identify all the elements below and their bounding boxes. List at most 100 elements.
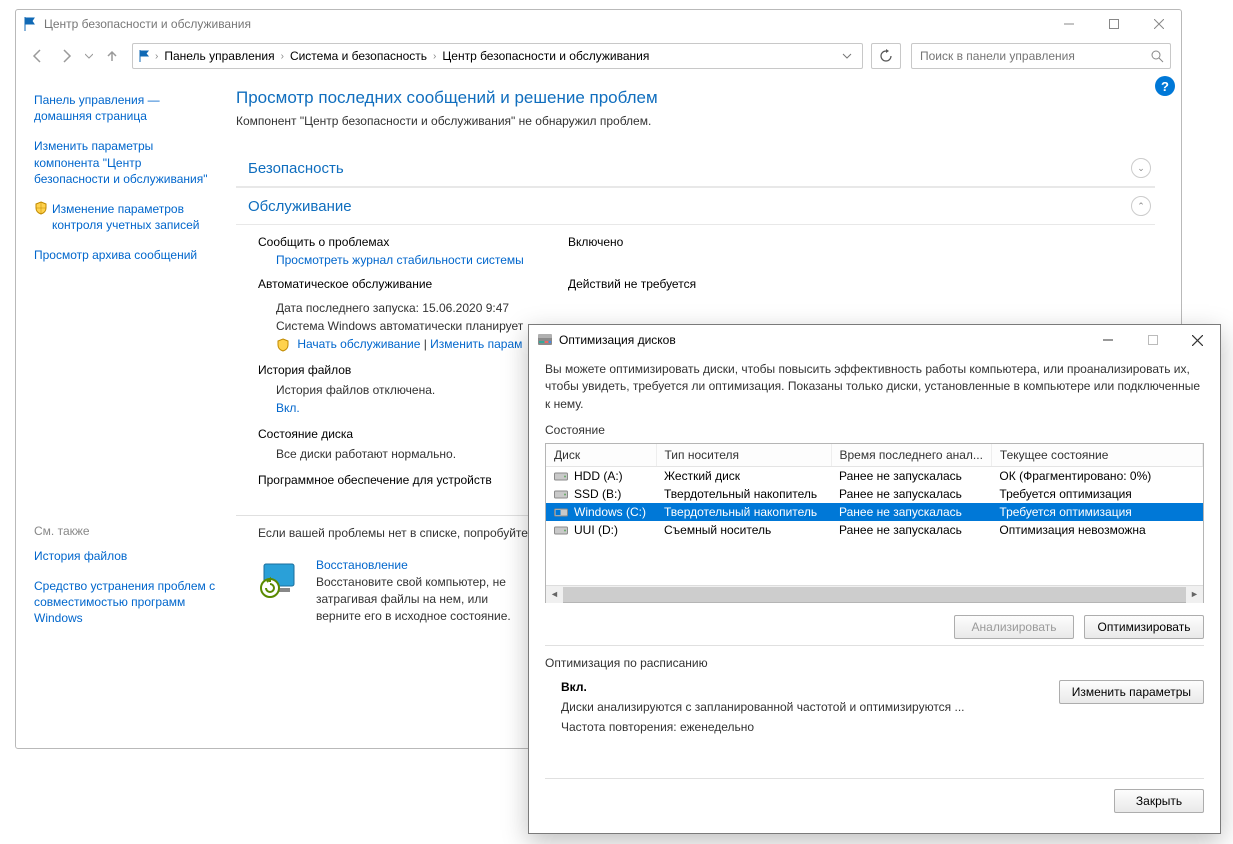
drive-state-cell: Требуется оптимизация [991, 485, 1202, 503]
stability-log-link[interactable]: Просмотреть журнал стабильности системы [276, 253, 1143, 267]
drives-table[interactable]: Диск Тип носителя Время последнего анал.… [546, 444, 1203, 539]
drive-name-cell: Windows (C:) [546, 503, 656, 521]
page-heading: Просмотр последних сообщений и решение п… [236, 88, 1155, 108]
search-input[interactable] [918, 48, 1150, 64]
address-bar[interactable]: › Панель управления › Система и безопасн… [132, 43, 863, 69]
scroll-left-icon[interactable]: ◄ [546, 586, 563, 603]
drive-last-cell: Ранее не запускалась [831, 521, 991, 539]
address-dropdown-icon[interactable] [836, 51, 858, 61]
opt-intro-text: Вы можете оптимизировать диски, чтобы по… [545, 361, 1204, 413]
scroll-thumb[interactable] [563, 587, 1186, 602]
horizontal-scrollbar[interactable]: ◄ ► [546, 585, 1203, 602]
optimize-drives-window: Оптимизация дисков Вы можете оптимизиров… [528, 324, 1221, 834]
help-icon[interactable]: ? [1155, 76, 1175, 96]
sidebar-item-archive[interactable]: Просмотр архива сообщений [34, 247, 218, 263]
col-state[interactable]: Текущее состояние [991, 444, 1202, 467]
drive-type-cell: Съемный носитель [656, 521, 831, 539]
optimize-drives-icon [537, 332, 553, 348]
col-type[interactable]: Тип носителя [656, 444, 831, 467]
security-flag-icon [22, 16, 38, 32]
navigation-row: › Панель управления › Система и безопасн… [16, 38, 1181, 74]
chevron-right-icon: › [431, 51, 438, 62]
drive-state-cell: Требуется оптимизация [991, 503, 1202, 521]
drive-state-cell: ОК (Фрагментировано: 0%) [991, 467, 1202, 486]
drive-type-cell: Твердотельный накопитель [656, 485, 831, 503]
start-maintenance-link[interactable]: Начать обслуживание [297, 337, 420, 351]
chevron-right-icon: › [153, 51, 160, 62]
close-dialog-button[interactable]: Закрыть [1114, 789, 1204, 813]
see-also-compat-troubleshooter[interactable]: Средство устранения проблем с совместимо… [34, 578, 218, 627]
recovery-description: Восстановите свой компьютер, не затрагив… [316, 574, 526, 624]
breadcrumb-item[interactable]: Система и безопасность [286, 49, 431, 63]
recovery-link[interactable]: Восстановление [316, 558, 526, 572]
sidebar-item-home[interactable]: Панель управления — домашняя страница [34, 92, 218, 124]
recent-dropdown[interactable] [82, 44, 96, 68]
back-button[interactable] [26, 44, 50, 68]
optimize-button[interactable]: Оптимизировать [1084, 615, 1204, 639]
chevron-right-icon: › [279, 51, 286, 62]
sidebar: Панель управления — домашняя страница Из… [16, 74, 228, 748]
maximize-button[interactable] [1091, 10, 1136, 38]
report-problems-label: Сообщить о проблемах [258, 235, 568, 249]
drive-last-cell: Ранее не запускалась [831, 467, 991, 486]
section-security-title: Безопасность [248, 160, 344, 177]
chevron-down-icon: ⌄ [1131, 158, 1151, 178]
schedule-line-2: Частота повторения: еженедельно [561, 720, 1059, 734]
drive-state-cell: Оптимизация невозможна [991, 521, 1202, 539]
opt-close-button[interactable] [1175, 325, 1220, 355]
recovery-icon [258, 558, 300, 600]
shield-icon [276, 338, 290, 352]
auto-maintenance-value: Действий не требуется [568, 277, 696, 295]
change-maintenance-link[interactable]: Изменить парам [430, 337, 522, 351]
section-maintenance-header[interactable]: Обслуживание ⌃ [236, 187, 1155, 225]
breadcrumb-item[interactable]: Центр безопасности и обслуживания [438, 49, 653, 63]
section-maintenance-title: Обслуживание [248, 198, 352, 215]
cp-titlebar: Центр безопасности и обслуживания [16, 10, 1181, 38]
address-flag-icon [137, 49, 151, 63]
sidebar-item-change-settings[interactable]: Изменить параметры компонента "Центр без… [34, 138, 218, 187]
drives-table-wrap: Диск Тип носителя Время последнего анал.… [545, 443, 1204, 603]
up-button[interactable] [100, 44, 124, 68]
drive-name-cell: HDD (A:) [546, 467, 656, 485]
cp-window-title: Центр безопасности и обслуживания [44, 17, 1046, 31]
drive-name-cell: SSD (B:) [546, 485, 656, 503]
drive-last-cell: Ранее не запускалась [831, 503, 991, 521]
section-security-header[interactable]: Безопасность ⌄ [236, 150, 1155, 187]
table-row[interactable]: HDD (A:)Жесткий дискРанее не запускалась… [546, 467, 1203, 486]
last-run-text: Дата последнего запуска: 15.06.2020 9:47 [276, 299, 1143, 317]
schedule-section: Оптимизация по расписанию Вкл. Диски ана… [545, 645, 1204, 740]
change-schedule-button[interactable]: Изменить параметры [1059, 680, 1204, 704]
see-also-header: См. также [34, 524, 218, 538]
table-row[interactable]: SSD (B:)Твердотельный накопительРанее не… [546, 485, 1203, 503]
sidebar-item-uac[interactable]: Изменение параметров контроля учетных за… [52, 201, 218, 233]
page-subheading: Компонент "Центр безопасности и обслужив… [236, 114, 1155, 128]
see-also-file-history[interactable]: История файлов [34, 548, 218, 564]
close-button[interactable] [1136, 10, 1181, 38]
drive-type-cell: Твердотельный накопитель [656, 503, 831, 521]
schedule-line-1: Диски анализируются с запланированной ча… [561, 700, 1059, 714]
breadcrumb-item[interactable]: Панель управления [160, 49, 278, 63]
report-problems-value: Включено [568, 235, 623, 249]
opt-status-label: Состояние [545, 423, 1204, 437]
scroll-right-icon[interactable]: ► [1186, 586, 1203, 603]
auto-maintenance-title: Автоматическое обслуживание [258, 277, 568, 291]
opt-window-title: Оптимизация дисков [559, 333, 1085, 347]
table-row[interactable]: UUI (D:)Съемный носительРанее не запуска… [546, 521, 1203, 539]
opt-maximize-button[interactable] [1130, 325, 1175, 355]
table-row[interactable]: Windows (C:)Твердотельный накопительРане… [546, 503, 1203, 521]
analyze-button[interactable]: Анализировать [954, 615, 1074, 639]
opt-titlebar: Оптимизация дисков [529, 325, 1220, 355]
minimize-button[interactable] [1046, 10, 1091, 38]
refresh-button[interactable] [871, 43, 901, 69]
search-icon [1150, 49, 1164, 63]
shield-icon [34, 201, 48, 215]
schedule-on-label: Вкл. [561, 680, 1059, 694]
col-disk[interactable]: Диск [546, 444, 656, 467]
search-box[interactable] [911, 43, 1171, 69]
drive-last-cell: Ранее не запускалась [831, 485, 991, 503]
forward-button[interactable] [54, 44, 78, 68]
schedule-header: Оптимизация по расписанию [545, 656, 1204, 670]
drive-type-cell: Жесткий диск [656, 467, 831, 486]
opt-minimize-button[interactable] [1085, 325, 1130, 355]
col-last[interactable]: Время последнего анал... [831, 444, 991, 467]
